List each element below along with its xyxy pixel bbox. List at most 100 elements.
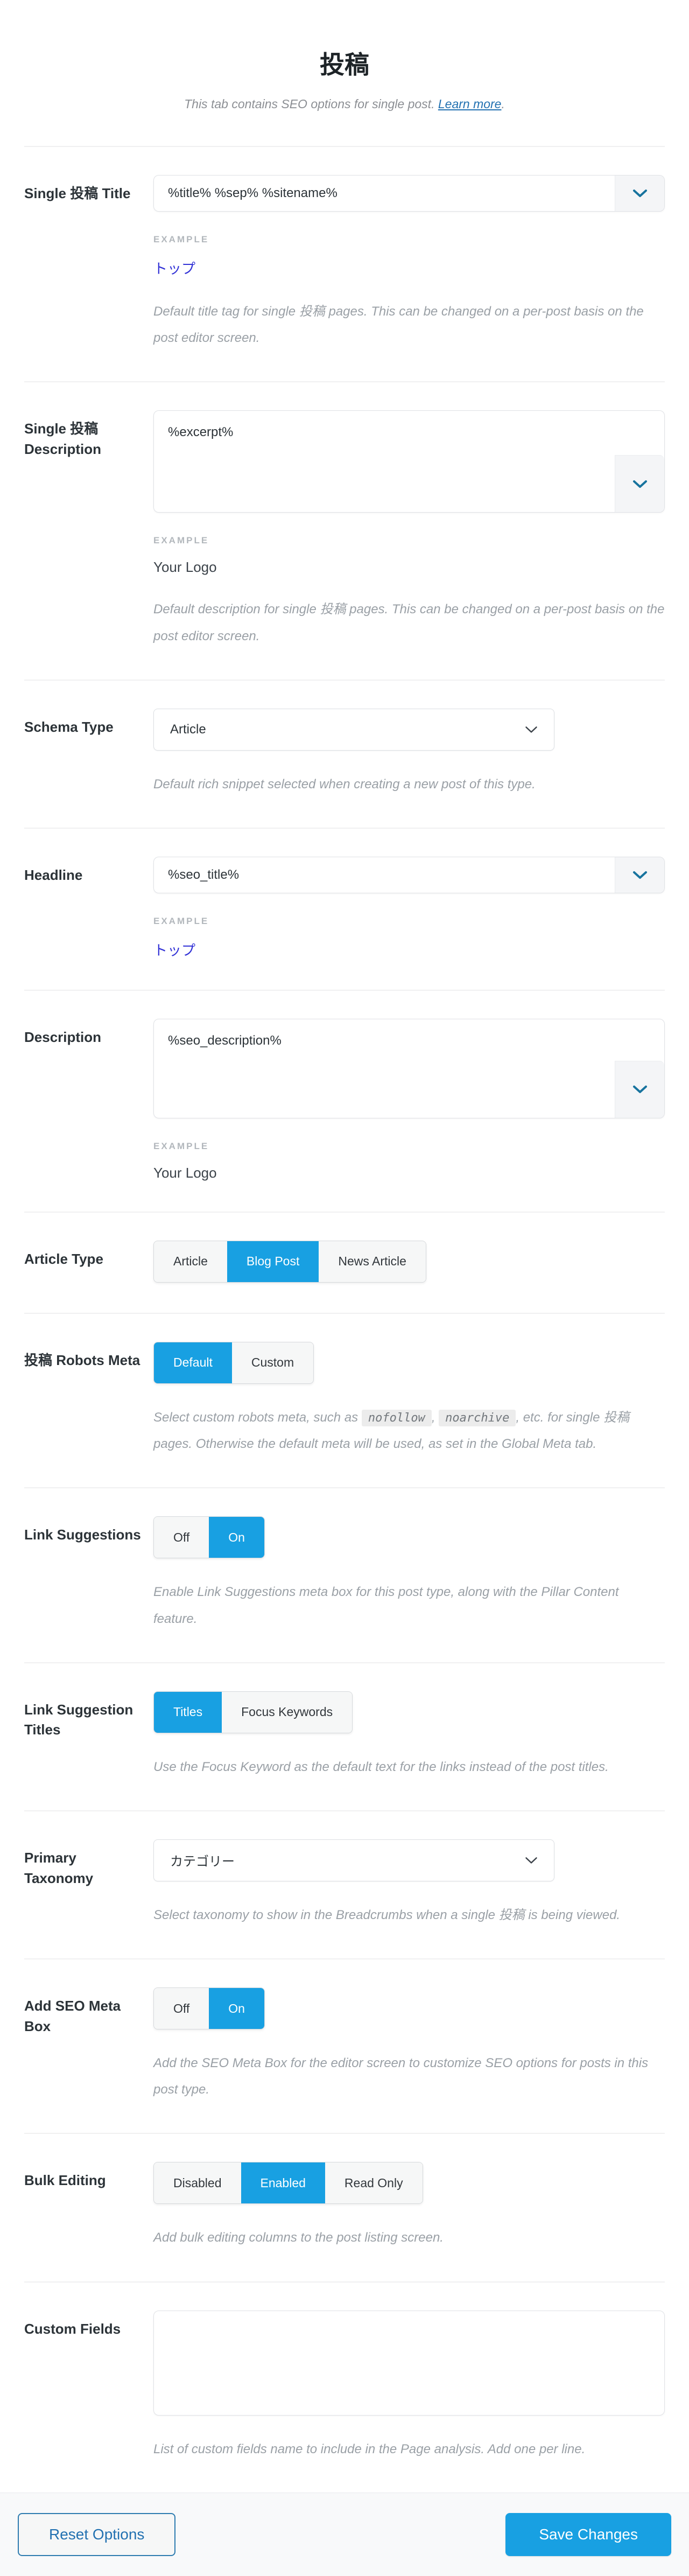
add-seo-meta-box-option-on[interactable]: On [209, 1988, 264, 2029]
field-description: Default description for single 投稿 pages.… [153, 602, 665, 643]
chevron-down-icon [632, 190, 647, 197]
field-description: Default title tag for single 投稿 pages. T… [153, 304, 644, 346]
settings-row-bulk-editing: Bulk Editing Disabled Enabled Read Only Add … [24, 2133, 665, 2281]
field-label: Primary Taxonomy [24, 1849, 94, 1886]
field-label: Description [24, 1028, 102, 1045]
field-description: Enable Link Suggestions meta box for thi… [153, 1585, 619, 1626]
example-block: EXAMPLE トップ [153, 234, 665, 278]
field-label: Add SEO Meta Box [24, 1998, 121, 2034]
field-label: Custom Fields [24, 2320, 121, 2337]
example-value: Your Logo [153, 559, 217, 576]
field-description: Select taxonomy to show in the Breadcrum… [153, 1907, 621, 1922]
post-robots-meta-option-default[interactable]: Default [154, 1342, 232, 1383]
chevron-down-icon [525, 1857, 537, 1864]
page-title: 投稿 [320, 51, 369, 79]
single-post-title-input[interactable] [153, 175, 665, 212]
article-type-button-group: Article Blog Post News Article [153, 1240, 426, 1283]
settings-sections: Single 投稿 Title EXAMPLE トップ Default title t… [24, 146, 665, 2493]
headline-input[interactable] [153, 856, 665, 893]
link-suggestion-titles-option-focus-keywords[interactable]: Focus Keywords [222, 1691, 353, 1733]
bulk-editing-button-group: Disabled Enabled Read Only [153, 2162, 423, 2204]
article-type-option-article[interactable]: Article [154, 1241, 227, 1282]
description-input[interactable] [153, 1018, 665, 1118]
link-suggestions-button-group: Off On [153, 1516, 265, 1559]
add-seo-meta-box-button-group: Off On [153, 1987, 265, 2030]
example-label: EXAMPLE [153, 535, 209, 546]
settings-row-primary-taxonomy: Primary Taxonomy カテゴリー Select taxonomy to … [24, 1810, 665, 1958]
field-label: Single 投稿 Description [24, 421, 102, 458]
example-label: EXAMPLE [153, 1140, 209, 1151]
learn-more-link[interactable]: Learn more [438, 97, 502, 111]
variable-field-headline [153, 856, 665, 893]
field-description: Add the SEO Meta Box for the editor scre… [153, 2056, 649, 2097]
field-label: Link Suggestions [24, 1527, 141, 1543]
code-chip: noarchive [439, 1409, 516, 1426]
primary-taxonomy-select[interactable]: カテゴリー [153, 1839, 554, 1881]
field-label: Single 投稿 Title [24, 185, 131, 201]
link-suggestion-titles-option-titles[interactable]: Titles [154, 1691, 222, 1733]
chevron-down-icon [632, 871, 647, 879]
field-description: Select custom robots meta, such as nofol… [153, 1409, 630, 1452]
field-description: Add bulk editing columns to the post lis… [153, 2230, 444, 2245]
example-value: Your Logo [153, 1164, 217, 1181]
settings-row-article-type: Article Type Article Blog Post News Article [24, 1211, 665, 1313]
settings-row-post-robots-meta: 投稿 Robots Meta Default Custom Select custom… [24, 1312, 665, 1487]
settings-row-single-post-description: Single 投稿 Description EXAMPLE Your Logo Def… [24, 381, 665, 679]
settings-row-link-suggestions: Link Suggestions Off On Enable Link Suggest… [24, 1487, 665, 1662]
add-seo-meta-box-option-off[interactable]: Off [154, 1988, 209, 2029]
description-variables-dropdown-button[interactable] [615, 1060, 664, 1118]
save-changes-button[interactable]: Save Changes [505, 2512, 671, 2556]
chevron-down-icon [632, 480, 647, 488]
code-chip: nofollow [361, 1409, 432, 1426]
subtitle-period: . [501, 97, 505, 111]
single-post-description-variables-dropdown-button[interactable] [615, 455, 664, 513]
example-block: EXAMPLE Your Logo [153, 535, 665, 576]
example-value[interactable]: トップ [153, 258, 665, 278]
field-label: 投稿 Robots Meta [24, 1352, 140, 1368]
settings-row-custom-fields: Custom Fields List of custom fields name … [24, 2281, 665, 2493]
variable-field-single-post-title [153, 175, 665, 212]
single-post-description-input[interactable] [153, 410, 665, 513]
settings-row-single-post-title: Single 投稿 Title EXAMPLE トップ Default title t… [24, 146, 665, 381]
page-footer: Reset Options Save Changes [0, 2492, 689, 2576]
settings-row-link-suggestion-titles: Link Suggestion Titles Titles Focus Keywor… [24, 1662, 665, 1810]
page-subtitle: This tab contains SEO options for single… [24, 97, 665, 111]
field-label: Article Type [24, 1250, 103, 1267]
field-description: Default rich snippet selected when creat… [153, 776, 536, 792]
post-robots-meta-button-group: Default Custom [153, 1341, 314, 1384]
reset-options-button[interactable]: Reset Options [18, 2512, 176, 2556]
field-label: Link Suggestion Titles [24, 1701, 133, 1738]
example-block: EXAMPLE Your Logo [153, 1141, 665, 1181]
example-label: EXAMPLE [153, 915, 209, 926]
single-post-title-variables-dropdown-button[interactable] [615, 176, 664, 211]
chevron-down-icon [525, 726, 537, 733]
example-value[interactable]: トップ [153, 940, 665, 960]
bulk-editing-option-read-only[interactable]: Read Only [325, 2162, 423, 2204]
field-description: List of custom fields name to include in… [153, 2441, 586, 2456]
field-label: Schema Type [24, 718, 114, 735]
link-suggestions-option-off[interactable]: Off [154, 1517, 209, 1558]
bulk-editing-option-enabled[interactable]: Enabled [241, 2162, 325, 2204]
settings-row-schema-type: Schema Type Article Default rich snippet s… [24, 679, 665, 828]
chevron-down-icon [632, 1086, 647, 1094]
field-label: Bulk Editing [24, 2172, 106, 2189]
settings-row-description: Description EXAMPLE Your Logo [24, 989, 665, 1212]
field-description: Use the Focus Keyword as the default tex… [153, 1759, 609, 1774]
post-robots-meta-option-custom[interactable]: Custom [231, 1342, 314, 1383]
article-type-option-news-article[interactable]: News Article [319, 1241, 426, 1282]
article-type-option-blog-post[interactable]: Blog Post [227, 1241, 319, 1282]
select-value: カテゴリー [170, 1854, 235, 1870]
example-label: EXAMPLE [153, 234, 209, 244]
bulk-editing-option-disabled[interactable]: Disabled [154, 2162, 241, 2204]
field-label: Headline [24, 866, 83, 883]
schema-type-select[interactable]: Article [153, 708, 554, 751]
variable-field-description [153, 1018, 665, 1118]
settings-row-add-seo-meta-box: Add SEO Meta Box Off On Add the SEO Meta Bo… [24, 1958, 665, 2133]
subtitle-text: This tab contains SEO options for single… [184, 97, 438, 111]
settings-row-headline: Headline EXAMPLE トップ [24, 827, 665, 990]
select-value: Article [170, 722, 206, 737]
headline-variables-dropdown-button[interactable] [615, 857, 664, 893]
link-suggestion-titles-button-group: Titles Focus Keywords [153, 1691, 353, 1733]
custom-fields-textarea[interactable] [153, 2310, 665, 2416]
link-suggestions-option-on[interactable]: On [209, 1517, 264, 1558]
